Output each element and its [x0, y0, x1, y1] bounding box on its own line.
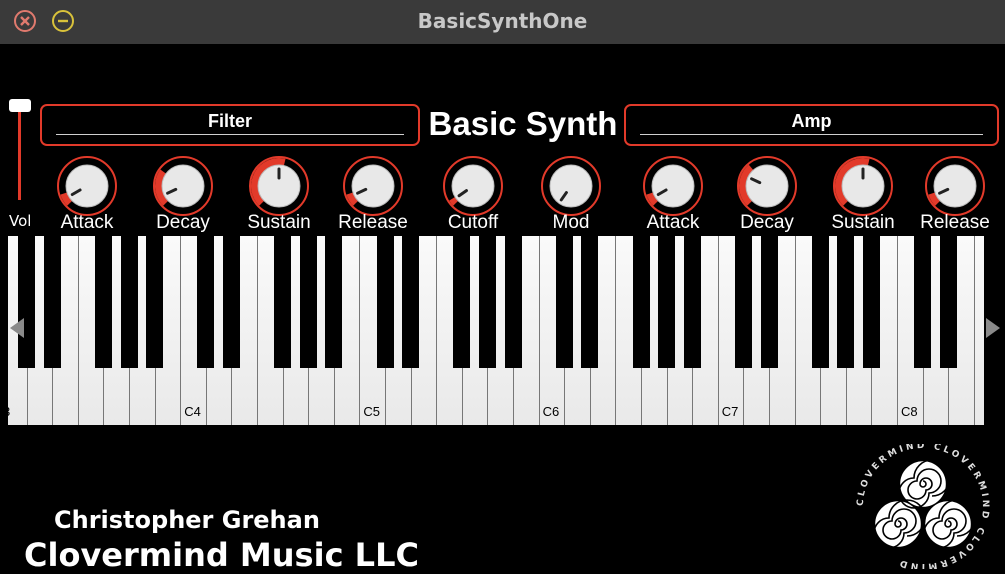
black-key[interactable]	[632, 236, 650, 368]
black-key[interactable]	[222, 236, 240, 368]
black-key[interactable]	[811, 236, 829, 368]
black-key[interactable]	[581, 236, 599, 368]
knob-icon	[643, 156, 703, 216]
black-key[interactable]	[197, 236, 215, 368]
amp-sustain-label: Sustain	[831, 212, 895, 233]
black-key[interactable]	[658, 236, 676, 368]
black-key[interactable]	[94, 236, 112, 368]
filter-section-label: Filter	[207, 111, 252, 131]
knob-icon	[925, 156, 985, 216]
white-key[interactable]	[973, 236, 984, 425]
black-key[interactable]	[453, 236, 471, 368]
black-key[interactable]	[376, 236, 394, 368]
black-key[interactable]	[862, 236, 880, 368]
black-key[interactable]	[504, 236, 522, 368]
volume-slider-handle[interactable]	[9, 99, 31, 112]
volume-label: Vol	[9, 212, 32, 230]
black-key[interactable]	[146, 236, 164, 368]
filter-release-knob[interactable]	[342, 155, 404, 217]
amp-sustain-knob[interactable]	[832, 155, 894, 217]
black-key[interactable]	[43, 236, 61, 368]
note-label-partial: 3	[8, 404, 10, 419]
black-key[interactable]	[402, 236, 420, 368]
black-key[interactable]	[299, 236, 317, 368]
window-title: BasicSynthOne	[417, 9, 588, 33]
clovermind-logo-icon: CLOVERMIND CLOVERMIND CLOVERMIND	[856, 444, 987, 569]
black-key[interactable]	[760, 236, 778, 368]
black-key[interactable]	[18, 236, 36, 368]
knob-icon	[737, 156, 797, 216]
amp-attack-knob[interactable]	[642, 155, 704, 217]
knob-icon	[153, 156, 213, 216]
black-key[interactable]	[683, 236, 701, 368]
knob-icon	[57, 156, 117, 216]
black-key[interactable]	[274, 236, 292, 368]
filter-decay-label: Decay	[156, 212, 210, 233]
filter-release-label: Release	[338, 212, 408, 233]
filter-sustain-label: Sustain	[247, 212, 311, 233]
company-name: Clovermind Music LLC	[24, 536, 419, 574]
amp-release-label: Release	[920, 212, 990, 233]
black-key[interactable]	[914, 236, 932, 368]
knob-icon	[249, 156, 309, 216]
title-bar: BasicSynthOne	[0, 0, 1005, 44]
amp-section-label: Amp	[791, 111, 832, 131]
amp-release-knob[interactable]	[924, 155, 986, 217]
amp-attack-label: Attack	[646, 212, 700, 233]
octave-label: C7	[721, 404, 739, 419]
keyboard-scroll-left-icon[interactable]	[10, 318, 24, 338]
black-key[interactable]	[734, 236, 752, 368]
black-key[interactable]	[939, 236, 957, 368]
synth-title: Basic Synth	[428, 105, 618, 142]
amp-section-divider	[640, 134, 983, 135]
piano-keyboard[interactable]: 3 C4 C5 C6 C7 C8	[8, 236, 984, 425]
author-name: Christopher Grehan	[54, 506, 320, 534]
amp-decay-knob[interactable]	[736, 155, 798, 217]
black-key[interactable]	[120, 236, 138, 368]
mod-knob[interactable]	[540, 155, 602, 217]
black-key[interactable]	[325, 236, 343, 368]
black-key[interactable]	[478, 236, 496, 368]
keyboard-scroll-right-icon[interactable]	[986, 318, 1000, 338]
octave-label: C5	[363, 404, 381, 419]
knob-icon	[443, 156, 503, 216]
cutoff-knob[interactable]	[442, 155, 504, 217]
knob-icon	[833, 156, 893, 216]
knob-icon	[541, 156, 601, 216]
knob-icon	[343, 156, 403, 216]
octave-label: C4	[184, 404, 201, 419]
filter-attack-label: Attack	[60, 212, 114, 233]
filter-decay-knob[interactable]	[152, 155, 214, 217]
amp-decay-label: Decay	[740, 212, 794, 233]
filter-sustain-knob[interactable]	[248, 155, 310, 217]
volume-slider-track[interactable]	[18, 110, 21, 200]
octave-label: C6	[542, 404, 560, 419]
black-key[interactable]	[837, 236, 855, 368]
filter-attack-knob[interactable]	[56, 155, 118, 217]
filter-section-divider	[56, 134, 404, 135]
amp-section-header: Amp	[624, 104, 999, 146]
octave-label: C8	[901, 404, 918, 419]
mod-label: Mod	[552, 212, 590, 233]
filter-section-header: Filter	[40, 104, 420, 146]
cutoff-label: Cutoff	[447, 212, 499, 233]
black-key[interactable]	[555, 236, 573, 368]
